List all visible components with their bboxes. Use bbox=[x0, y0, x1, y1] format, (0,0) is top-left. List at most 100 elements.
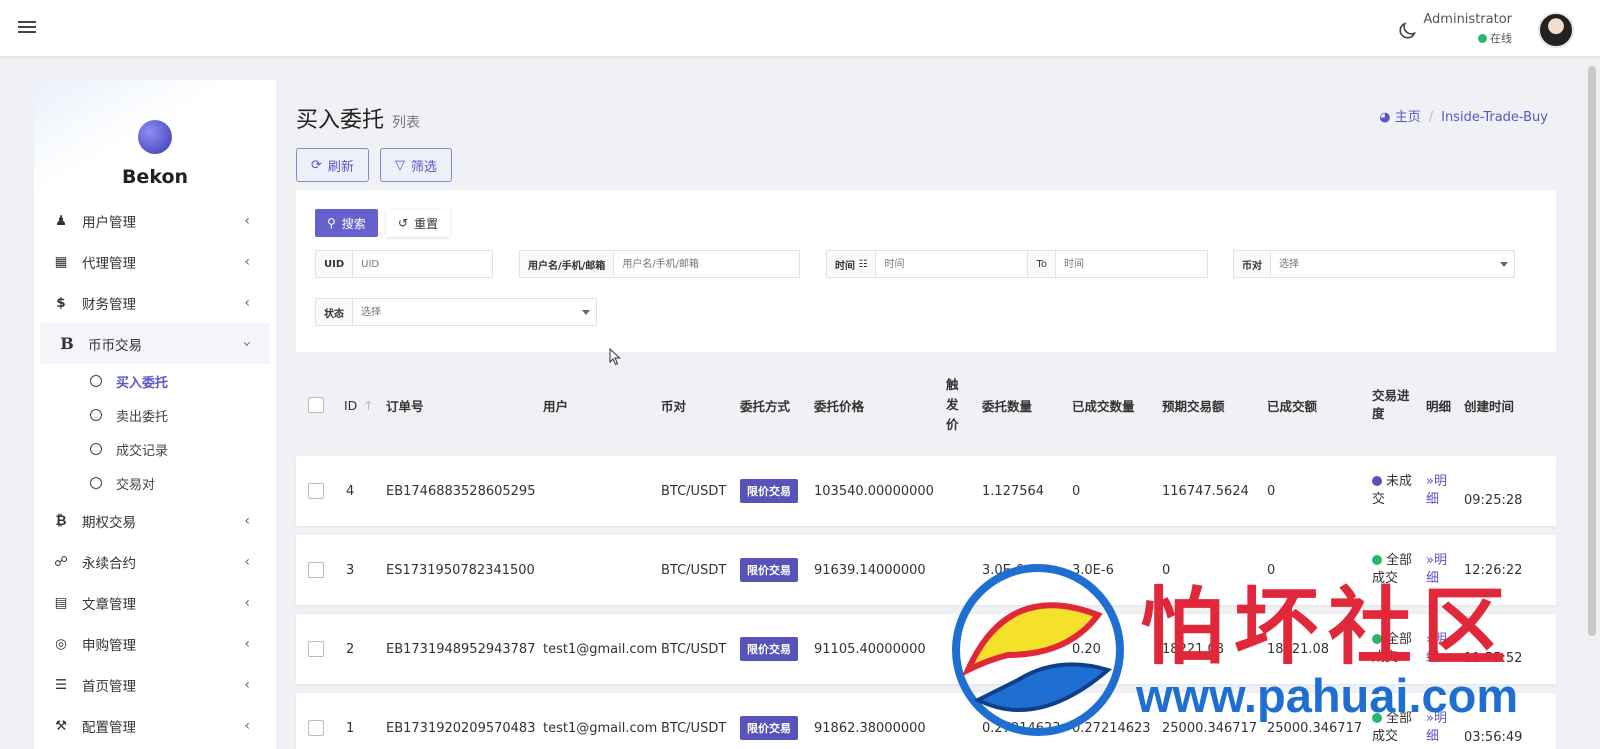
th-id[interactable]: ID ↑ bbox=[344, 370, 374, 440]
cell-id: 4 bbox=[346, 483, 355, 499]
search-button[interactable]: ⚲ 搜索 bbox=[315, 209, 378, 237]
sidebar-subitem-trade-records[interactable]: 成交记录 bbox=[34, 432, 276, 466]
sidebar-item-subscription[interactable]: ◎ 申购管理 ‹ bbox=[34, 623, 276, 664]
user-info[interactable]: Administrator 在线 bbox=[1423, 12, 1512, 46]
dark-mode-moon-icon[interactable] bbox=[1396, 20, 1418, 42]
page-scrollbar[interactable] bbox=[1588, 66, 1596, 636]
filter-icon: ▽ bbox=[395, 157, 405, 173]
user-filter: 用户名/手机/邮箱 bbox=[519, 250, 800, 278]
sidebar-item-perpetual[interactable]: ☍ 永续合约 ‹ bbox=[34, 541, 276, 582]
user-label: 用户名/手机/邮箱 bbox=[520, 251, 615, 277]
cell-pair: BTC/USDT bbox=[661, 483, 727, 499]
cell-created: 11:55:52 bbox=[1464, 650, 1523, 666]
reset-button[interactable]: ↺ 重置 bbox=[386, 209, 451, 237]
th-detail: 明细 bbox=[1426, 398, 1452, 414]
cell-filled-amt: 0 bbox=[1267, 562, 1276, 578]
chevron-left-icon: ‹ bbox=[244, 513, 250, 529]
table-row: 3 ES1731950782341500 BTC/USDT 限价交易 91639… bbox=[296, 535, 1556, 605]
cell-price: 91105.40000000 bbox=[814, 641, 926, 657]
method-badge: 限价交易 bbox=[740, 558, 798, 582]
th-method: 委托方式 bbox=[740, 398, 791, 414]
sidebar-item-finance[interactable]: $ 财务管理 ‹ bbox=[34, 282, 276, 323]
cell-id: 3 bbox=[346, 562, 355, 578]
th-filled-amt: 已成交额 bbox=[1267, 398, 1318, 414]
cell-filled-qty: 0.20 bbox=[1072, 641, 1101, 657]
cell-filled-amt: 18221.08 bbox=[1267, 641, 1330, 657]
cell-user: test1@gmail.com bbox=[543, 641, 658, 657]
breadcrumb-home[interactable]: 主页 bbox=[1395, 110, 1421, 125]
bitcoin-icon: ₿ bbox=[55, 512, 67, 529]
sidebar-item-spot-trading[interactable]: B 币币交易 ‹ bbox=[40, 323, 270, 364]
bold-b-icon: B bbox=[60, 334, 74, 353]
sort-arrow-icon: ↑ bbox=[363, 397, 374, 413]
sidebar-item-agent-management[interactable]: ▦ 代理管理 ‹ bbox=[34, 241, 276, 282]
cell-expected: 18221.08 bbox=[1162, 641, 1225, 657]
avatar[interactable] bbox=[1538, 12, 1574, 48]
table-row: 4 EB1746883528605295 BTC/USDT 限价交易 10354… bbox=[296, 456, 1556, 526]
sidebar-subitem-label: 交易对 bbox=[116, 477, 156, 493]
mouse-cursor-icon bbox=[609, 348, 621, 366]
status-label: 状态 bbox=[316, 299, 353, 325]
cell-order-no: EB1731948952943787 bbox=[386, 641, 536, 657]
progress-dot-icon bbox=[1372, 476, 1382, 486]
cell-expected: 0 bbox=[1162, 562, 1171, 578]
row-checkbox[interactable] bbox=[308, 562, 324, 578]
sidebar-item-homepage[interactable]: ☰ 首页管理 ‹ bbox=[34, 664, 276, 705]
sidebar-subitem-buy-orders[interactable]: 买入委托 bbox=[34, 364, 276, 398]
online-dot-icon bbox=[1478, 34, 1487, 43]
sidebar-item-label: 财务管理 bbox=[82, 296, 136, 313]
detail-link[interactable]: »明细 bbox=[1426, 552, 1447, 588]
dollar-icon: $ bbox=[56, 294, 66, 311]
pair-filter: 币对 bbox=[1233, 250, 1515, 278]
uid-filter: UID bbox=[315, 250, 493, 278]
caret-down-icon bbox=[582, 310, 590, 315]
sidebar-item-label: 期权交易 bbox=[82, 514, 136, 531]
filter-button[interactable]: ▽ 筛选 bbox=[380, 148, 453, 182]
detail-link[interactable]: »明细 bbox=[1426, 473, 1447, 509]
row-checkbox[interactable] bbox=[308, 641, 324, 657]
chevron-left-icon: ‹ bbox=[244, 554, 250, 570]
detail-link[interactable]: »明细 bbox=[1426, 710, 1447, 746]
circle-icon bbox=[90, 477, 102, 489]
sidebar: Bekon ♟ 用户管理 ‹ ▦ 代理管理 ‹ $ 财务管理 ‹ B 币币交易 ‹ 买入委托 卖… bbox=[34, 80, 276, 749]
sidebar-item-user-management[interactable]: ♟ 用户管理 ‹ bbox=[34, 200, 276, 241]
sidebar-subitem-label: 成交记录 bbox=[116, 443, 169, 459]
row-checkbox[interactable] bbox=[308, 720, 324, 736]
row-checkbox[interactable] bbox=[308, 483, 324, 499]
sidebar-subitem-label: 卖出委托 bbox=[116, 409, 169, 425]
sidebar-subitem-sell-orders[interactable]: 卖出委托 bbox=[34, 398, 276, 432]
select-all-checkbox[interactable] bbox=[308, 397, 324, 413]
time-end-input[interactable] bbox=[1056, 251, 1208, 277]
cell-pair: BTC/USDT bbox=[661, 641, 727, 657]
sidebar-header: Bekon bbox=[34, 80, 276, 200]
brand-logo-icon bbox=[138, 120, 172, 154]
th-id-label: ID bbox=[344, 397, 358, 413]
pair-select[interactable] bbox=[1271, 251, 1514, 277]
refresh-button[interactable]: ⟳ 刷新 bbox=[296, 148, 369, 182]
undo-icon: ↺ bbox=[398, 216, 409, 230]
sidebar-item-articles[interactable]: ▤ 文章管理 ‹ bbox=[34, 582, 276, 623]
progress-dot-icon bbox=[1372, 634, 1382, 644]
reset-label: 重置 bbox=[414, 216, 439, 231]
uid-input[interactable] bbox=[353, 251, 492, 277]
user-input[interactable] bbox=[614, 251, 799, 277]
sidebar-item-label: 币币交易 bbox=[88, 337, 142, 354]
status-select[interactable] bbox=[353, 299, 596, 325]
table-header: ID ↑ 订单号 用户 币对 委托方式 委托价格 触发价 委托数量 已成交数量 预… bbox=[296, 370, 1556, 440]
sidebar-subitem-trading-pairs[interactable]: 交易对 bbox=[34, 466, 276, 500]
sidebar-item-label: 文章管理 bbox=[82, 596, 136, 613]
filter-label: 筛选 bbox=[411, 159, 438, 175]
progress-dot-icon bbox=[1372, 555, 1382, 565]
method-badge: 限价交易 bbox=[740, 479, 798, 503]
refresh-label: 刷新 bbox=[327, 159, 354, 175]
circle-icon bbox=[90, 409, 102, 421]
sidebar-item-options[interactable]: ₿ 期权交易 ‹ bbox=[34, 500, 276, 541]
detail-link[interactable]: »明细 bbox=[1426, 631, 1447, 667]
pair-label: 币对 bbox=[1234, 251, 1271, 277]
menu-toggle-icon[interactable] bbox=[18, 18, 36, 34]
cell-filled-amt: 0 bbox=[1267, 483, 1276, 499]
sidebar-item-config[interactable]: ⚒ 配置管理 ‹ bbox=[34, 705, 276, 746]
cell-qty: 0.20 bbox=[982, 641, 1011, 657]
time-start-input[interactable] bbox=[876, 251, 1028, 277]
cell-price: 103540.00000000 bbox=[814, 483, 934, 499]
